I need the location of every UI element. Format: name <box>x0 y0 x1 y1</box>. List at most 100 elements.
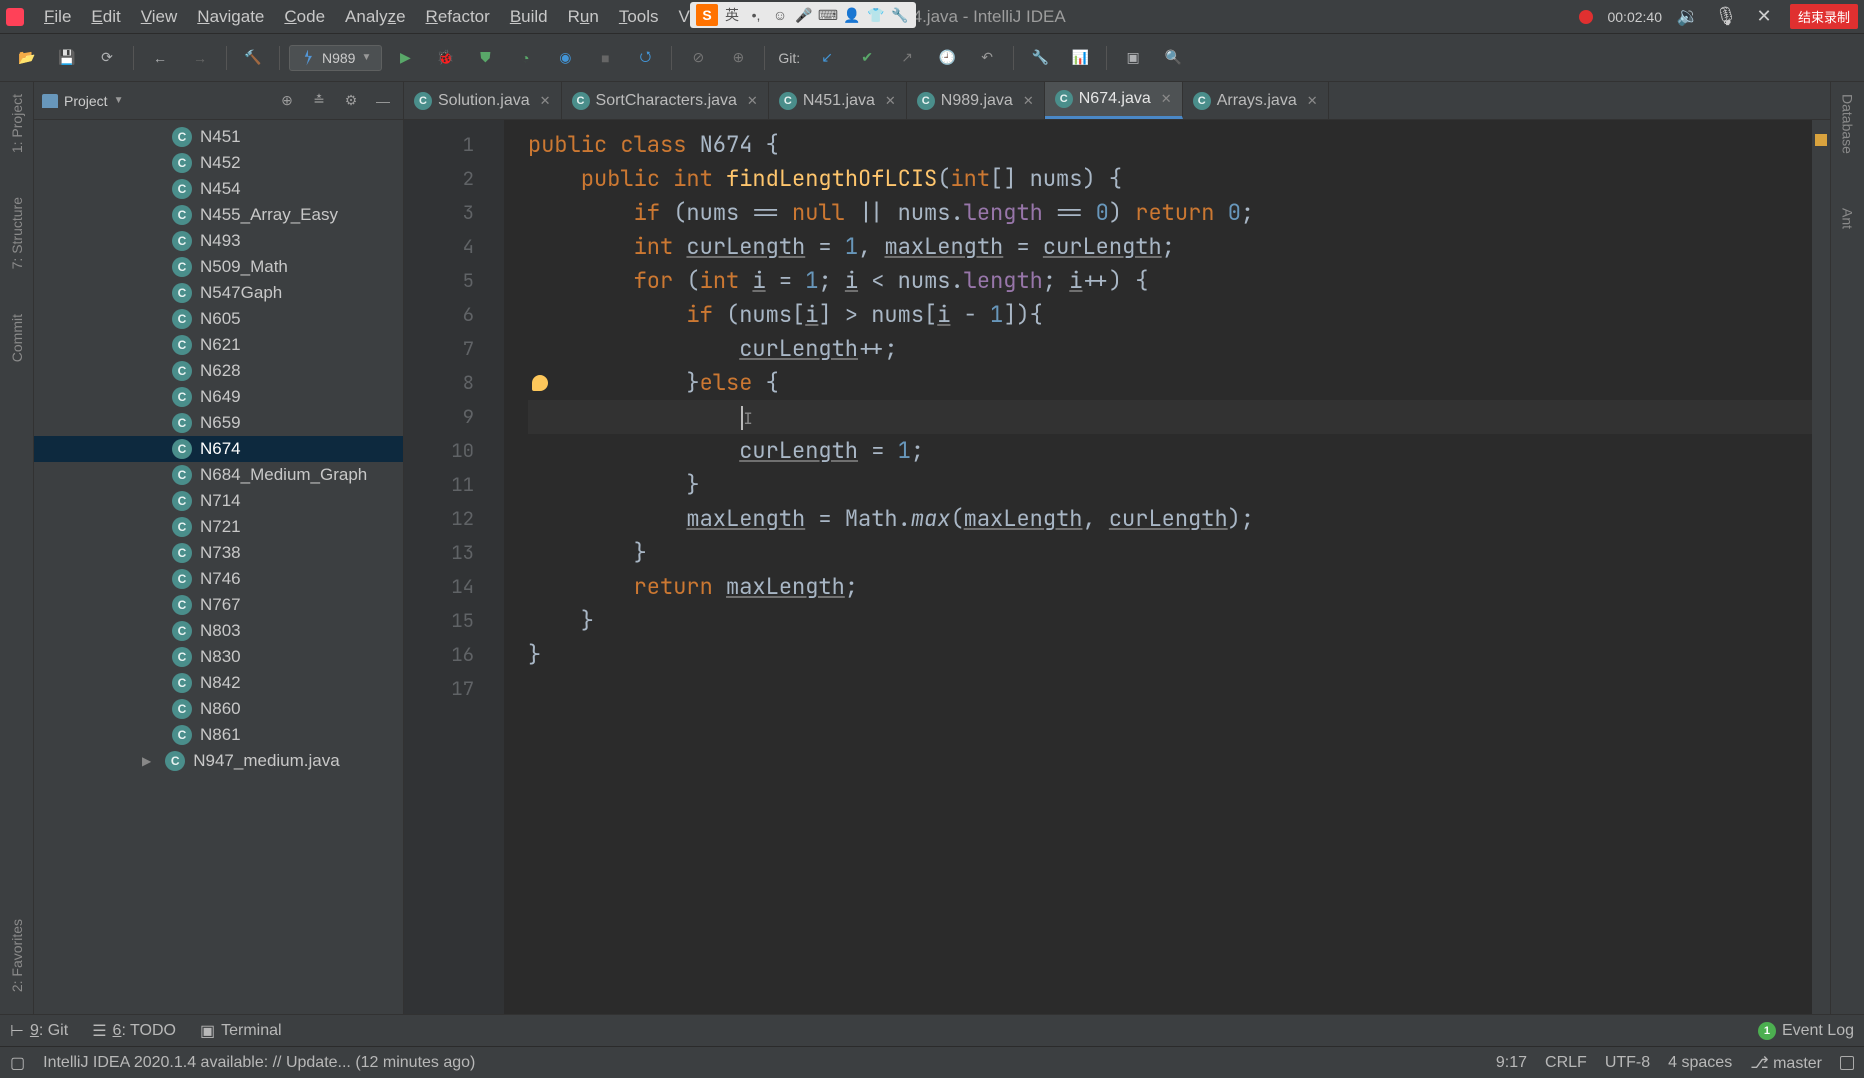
right-tab-database[interactable]: Database <box>1836 82 1860 166</box>
record-stop-button[interactable]: 结束录制 <box>1790 4 1858 29</box>
status-message[interactable]: IntelliJ IDEA 2020.1.4 available: // Upd… <box>43 1054 475 1072</box>
git-update-icon[interactable]: ↙ <box>810 41 844 75</box>
tree-item-N803[interactable]: CN803 <box>34 618 403 644</box>
ime-mic-icon[interactable]: 🎤 <box>794 5 814 25</box>
tree-item-N684_Medium_Graph[interactable]: CN684_Medium_Graph <box>34 462 403 488</box>
status-icon[interactable]: ▢ <box>10 1053 25 1073</box>
tree-item-N738[interactable]: CN738 <box>34 540 403 566</box>
ime-skin-icon[interactable]: 👕 <box>866 5 886 25</box>
close-tab-icon[interactable]: ✕ <box>885 93 896 109</box>
tree-item-N454[interactable]: CN454 <box>34 176 403 202</box>
tree-item-N493[interactable]: CN493 <box>34 228 403 254</box>
stop-icon[interactable]: ■ <box>588 41 622 75</box>
back-icon[interactable]: ← <box>143 41 177 75</box>
git-rollback-icon[interactable]: ↶ <box>970 41 1004 75</box>
project-structure-icon[interactable]: 📊 <box>1063 41 1097 75</box>
open-icon[interactable]: 📂 <box>10 41 44 75</box>
expand-icon[interactable]: ≛ <box>307 89 331 113</box>
left-tab-favorites[interactable]: 2: Favorites <box>5 907 29 1004</box>
tab-N451-java[interactable]: CN451.java✕ <box>769 82 907 119</box>
ime-user-icon[interactable]: 👤 <box>842 5 862 25</box>
close-tab-icon[interactable]: ✕ <box>1307 93 1318 109</box>
tree-item-N509_Math[interactable]: CN509_Math <box>34 254 403 280</box>
concurrency-icon[interactable]: ◉ <box>548 41 582 75</box>
speaker-icon[interactable]: 🔉 <box>1676 5 1700 29</box>
tree-item-N767[interactable]: CN767 <box>34 592 403 618</box>
tree-item-N861[interactable]: CN861 <box>34 722 403 748</box>
tab-N989-java[interactable]: CN989.java✕ <box>907 82 1045 119</box>
menu-build[interactable]: Build <box>500 3 558 31</box>
tab-SortCharacters-java[interactable]: CSortCharacters.java✕ <box>562 82 769 119</box>
file-encoding[interactable]: UTF-8 <box>1605 1054 1650 1072</box>
sync-icon[interactable]: ⟳ <box>90 41 124 75</box>
ime-tool-icon[interactable]: 🔧 <box>890 5 910 25</box>
menu-edit[interactable]: Edit <box>81 3 130 31</box>
hide-icon[interactable]: — <box>371 89 395 113</box>
lock-icon[interactable] <box>1840 1056 1854 1070</box>
left-tab-project[interactable]: 1: Project <box>5 82 29 165</box>
code-editor[interactable]: public class N674 { public int findLengt… <box>504 120 1812 1014</box>
menu-analyze[interactable]: Analyze <box>335 3 416 31</box>
ime-lang-icon[interactable]: 英 <box>722 5 742 25</box>
tab-N674-java[interactable]: CN674.java✕ <box>1045 82 1183 119</box>
tree-item-N621[interactable]: CN621 <box>34 332 403 358</box>
tree-item-N674[interactable]: CN674 <box>34 436 403 462</box>
tree-item-N452[interactable]: CN452 <box>34 150 403 176</box>
tree-item-N649[interactable]: CN649 <box>34 384 403 410</box>
tree-item-N721[interactable]: CN721 <box>34 514 403 540</box>
event-log[interactable]: 1 Event Log <box>1758 1022 1854 1040</box>
run-anything-icon[interactable]: ▣ <box>1116 41 1150 75</box>
restart-icon[interactable]: ⭯ <box>628 41 662 75</box>
menu-file[interactable]: File <box>34 3 81 31</box>
bp-view-icon[interactable]: ⊕ <box>721 41 755 75</box>
debug-icon[interactable]: 🐞 <box>428 41 462 75</box>
locate-icon[interactable]: ⊕ <box>275 89 299 113</box>
tree-item-N842[interactable]: CN842 <box>34 670 403 696</box>
settings-icon[interactable]: 🔧 <box>1023 41 1057 75</box>
project-tree[interactable]: CN451CN452CN454CN455_Array_EasyCN493CN50… <box>34 120 403 1014</box>
close-tab-icon[interactable]: ✕ <box>540 93 551 109</box>
run-icon[interactable]: ▶ <box>388 41 422 75</box>
close-tab-icon[interactable]: ✕ <box>1023 93 1034 109</box>
gear-icon[interactable]: ⚙ <box>339 89 363 113</box>
git-history-icon[interactable]: 🕘 <box>930 41 964 75</box>
marker-strip[interactable] <box>1812 120 1830 1014</box>
close-tab-icon[interactable]: ✕ <box>747 93 758 109</box>
ime-keyboard-icon[interactable]: ⌨ <box>818 5 838 25</box>
ime-toolbar[interactable]: S 英 •, ☺ 🎤 ⌨ 👤 👕 🔧 <box>690 2 916 28</box>
ime-punct-icon[interactable]: •, <box>746 5 766 25</box>
git-commit-icon[interactable]: ✔ <box>850 41 884 75</box>
run-config-select[interactable]: N989 ▼ <box>289 45 382 71</box>
menu-code[interactable]: Code <box>274 3 335 31</box>
git-push-icon[interactable]: ↗ <box>890 41 924 75</box>
menu-tools[interactable]: Tools <box>609 3 669 31</box>
tab-Solution-java[interactable]: CSolution.java✕ <box>404 82 562 119</box>
profile-icon[interactable]: ◔ <box>508 41 542 75</box>
tree-item-N830[interactable]: CN830 <box>34 644 403 670</box>
tree-item-N860[interactable]: CN860 <box>34 696 403 722</box>
close-tab-icon[interactable]: ✕ <box>1161 91 1172 107</box>
bp-mute-icon[interactable]: ⊘ <box>681 41 715 75</box>
line-gutter[interactable]: 1234567891011121314151617 <box>404 120 504 1014</box>
menu-refactor[interactable]: Refactor <box>416 3 500 31</box>
tree-item-N714[interactable]: CN714 <box>34 488 403 514</box>
tree-item-N455_Array_Easy[interactable]: CN455_Array_Easy <box>34 202 403 228</box>
tab-Arrays-java[interactable]: CArrays.java✕ <box>1183 82 1329 119</box>
project-header-title[interactable]: Project ▼ <box>42 93 123 109</box>
toolwindow-git[interactable]: ⊢9: Git <box>10 1021 68 1041</box>
menu-run[interactable]: Run <box>558 3 609 31</box>
tree-item-N947_medium.java[interactable]: ▶CN947_medium.java <box>34 748 403 774</box>
toolwindow-todo[interactable]: ☰6: TODO <box>92 1021 176 1041</box>
left-tab-structure[interactable]: 7: Structure <box>5 185 29 281</box>
tree-item-N628[interactable]: CN628 <box>34 358 403 384</box>
left-tab-commit[interactable]: Commit <box>5 302 29 374</box>
right-tab-ant[interactable]: Ant <box>1836 196 1860 241</box>
forward-icon[interactable]: → <box>183 41 217 75</box>
menu-navigate[interactable]: Navigate <box>187 3 274 31</box>
coverage-icon[interactable]: ⛊ <box>468 41 502 75</box>
tree-item-N746[interactable]: CN746 <box>34 566 403 592</box>
ime-emoji-icon[interactable]: ☺ <box>770 5 790 25</box>
tree-item-N659[interactable]: CN659 <box>34 410 403 436</box>
mic-icon[interactable]: 🎙 <box>1714 5 1738 29</box>
toolwindow-terminal[interactable]: ▣Terminal <box>200 1021 282 1041</box>
